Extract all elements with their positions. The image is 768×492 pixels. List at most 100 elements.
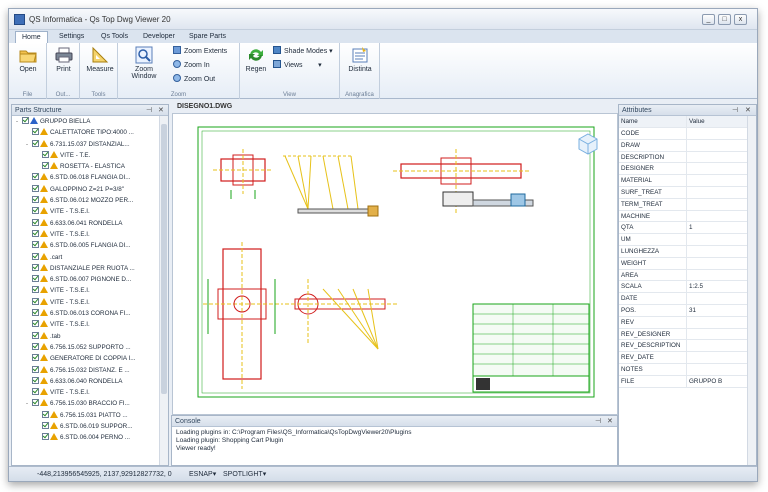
checkbox[interactable] xyxy=(42,422,49,430)
checkbox[interactable] xyxy=(42,150,49,158)
checkbox[interactable] xyxy=(32,184,39,192)
tree-item[interactable]: VITE - T.S.E.I. xyxy=(12,206,159,217)
attribute-row[interactable]: REV xyxy=(619,316,747,329)
distinta-button[interactable]: Distinta xyxy=(344,46,376,73)
checkbox[interactable] xyxy=(32,173,39,181)
tree-item[interactable]: VITE - T.S.E.I. xyxy=(12,297,159,308)
tree-item[interactable]: VITE - T.S.E.I. xyxy=(12,319,159,330)
checkbox[interactable] xyxy=(32,275,39,283)
tree-item[interactable]: 6.STD.06.012 MOZZO PER... xyxy=(12,195,159,206)
tree-item[interactable]: 6.756.15.031 PIATTO ... xyxy=(12,410,159,421)
tree-item[interactable]: 6.STD.06.013 CORONA FI... xyxy=(12,308,159,319)
view-cube-icon[interactable] xyxy=(578,133,598,155)
tree-item[interactable]: VITE - T.S.E.I. xyxy=(12,387,159,398)
tree-item[interactable]: .cart xyxy=(12,252,159,263)
print-button[interactable]: Print xyxy=(49,46,78,73)
attribute-row[interactable]: REV_DATE xyxy=(619,352,747,364)
attribute-row[interactable]: MACHINE xyxy=(619,210,747,223)
tree-item[interactable]: 6.STD.06.018 FLANGIA DI... xyxy=(12,172,159,183)
esnap-toggle[interactable]: ESNAP▾ xyxy=(189,467,216,481)
measure-button[interactable]: Measure xyxy=(83,46,117,73)
pin-icon[interactable]: ⊣ xyxy=(732,105,738,116)
checkbox[interactable] xyxy=(32,297,39,305)
checkbox[interactable] xyxy=(32,128,39,136)
checkbox[interactable] xyxy=(42,410,49,418)
tree-item[interactable]: -6.731.15.037 DISTANZIAL... xyxy=(12,139,159,150)
tab-settings[interactable]: Settings xyxy=(53,31,90,43)
attribute-row[interactable]: DRAW xyxy=(619,139,747,152)
attribute-row[interactable]: FILE GRUPPO B xyxy=(619,375,747,388)
spotlight-toggle[interactable]: SPOTLIGHT▾ xyxy=(223,467,266,481)
zoom-extents-button[interactable]: Zoom Extents xyxy=(173,46,227,56)
checkbox[interactable] xyxy=(42,162,49,170)
tree-item[interactable]: VITE - T.S.E.I. xyxy=(12,285,159,296)
attribute-row[interactable]: TERM_TREAT xyxy=(619,198,747,211)
tree-item[interactable]: GENERATORE DI COPPIA I... xyxy=(12,353,159,364)
checkbox[interactable] xyxy=(32,309,39,317)
document-tab[interactable]: DISEGNO1.DWG xyxy=(171,101,618,113)
checkbox[interactable] xyxy=(32,399,39,407)
close-icon[interactable]: ✕ xyxy=(745,105,751,116)
checkbox[interactable] xyxy=(32,286,39,294)
attribute-row[interactable]: CODE xyxy=(619,128,747,140)
checkbox[interactable] xyxy=(32,354,39,362)
tree-item[interactable]: 6.633.06.041 RONDELLA xyxy=(12,218,159,229)
tree-item[interactable]: .tab xyxy=(12,331,159,342)
attribute-row[interactable]: AREA xyxy=(619,269,747,282)
pin-icon[interactable]: ⊣ xyxy=(146,105,152,116)
tree-item[interactable]: 6.STD.06.019 SUPPOR... xyxy=(12,421,159,432)
attribute-row[interactable]: UM xyxy=(619,234,747,246)
attribute-row[interactable]: DATE xyxy=(619,293,747,305)
checkbox[interactable] xyxy=(32,196,39,204)
checkbox[interactable] xyxy=(32,207,39,215)
open-button[interactable]: Open xyxy=(13,46,43,73)
checkbox[interactable] xyxy=(32,229,39,237)
attribute-row[interactable]: SURF_TREAT xyxy=(619,187,747,199)
checkbox[interactable] xyxy=(32,365,39,373)
regen-button[interactable]: Regen xyxy=(243,46,269,73)
attribute-row[interactable]: DESIGNER xyxy=(619,163,747,176)
tree-item[interactable]: DISTANZIALE PER RUOTA ... xyxy=(12,263,159,274)
checkbox[interactable] xyxy=(32,139,39,147)
checkbox[interactable] xyxy=(32,218,39,226)
attributes-scrollbar[interactable] xyxy=(747,116,756,465)
tab-developer[interactable]: Developer xyxy=(137,31,181,43)
close-icon[interactable]: ✕ xyxy=(607,416,613,427)
tree-item[interactable]: - GRUPPO BIELLA xyxy=(12,116,159,127)
tree-item[interactable]: -6.756.15.030 BRACCIO FI... xyxy=(12,398,159,409)
shade-modes-dropdown[interactable]: Shade Modes ▾ xyxy=(273,46,333,56)
attribute-row[interactable]: SCALA 1:2.5 xyxy=(619,281,747,294)
attribute-row[interactable]: REV_DESIGNER xyxy=(619,328,747,341)
tree-item[interactable]: 6.STD.06.007 PIGNONE D... xyxy=(12,274,159,285)
checkbox[interactable] xyxy=(22,117,29,124)
checkbox[interactable] xyxy=(32,331,39,339)
attribute-row[interactable]: DESCRIPTION xyxy=(619,151,747,164)
zoom-window-button[interactable]: Zoom Window xyxy=(122,46,166,80)
close-button[interactable]: x xyxy=(734,14,747,25)
close-icon[interactable]: ✕ xyxy=(158,105,164,116)
tree-item[interactable]: 6.STD.06.005 FLANGIA DI... xyxy=(12,240,159,251)
tree-item[interactable]: 6.633.06.040 RONDELLA xyxy=(12,376,159,387)
attribute-row[interactable]: LUNGHEZZA xyxy=(619,246,747,258)
tree-item[interactable]: 6.STD.06.004 PERNO ... xyxy=(12,432,159,443)
drawing-canvas[interactable] xyxy=(172,113,618,415)
tree-scrollbar[interactable] xyxy=(159,116,168,465)
checkbox[interactable] xyxy=(32,388,39,396)
checkbox[interactable] xyxy=(32,252,39,260)
minimize-button[interactable]: _ xyxy=(702,14,715,25)
attribute-row[interactable]: REV_DESCRIPTION xyxy=(619,340,747,353)
attribute-row[interactable]: QTA 1 xyxy=(619,222,747,235)
attribute-row[interactable]: NOTES xyxy=(619,364,747,376)
tree-item[interactable]: 6.756.15.052 SUPPORTO ... xyxy=(12,342,159,353)
maximize-button[interactable]: □ xyxy=(718,14,731,25)
attribute-row[interactable]: MATERIAL xyxy=(619,175,747,187)
checkbox[interactable] xyxy=(32,263,39,271)
checkbox[interactable] xyxy=(32,376,39,384)
tree-item[interactable]: VITE - T.S.E.I. xyxy=(12,229,159,240)
tab-qs-tools[interactable]: Qs Tools xyxy=(95,31,134,43)
tree-item[interactable]: VITE - T.E. xyxy=(12,150,159,161)
tree-item[interactable]: ROSETTA - ELASTICA xyxy=(12,161,159,172)
checkbox[interactable] xyxy=(32,342,39,350)
checkbox[interactable] xyxy=(32,320,39,328)
zoom-in-button[interactable]: Zoom In xyxy=(173,60,210,70)
